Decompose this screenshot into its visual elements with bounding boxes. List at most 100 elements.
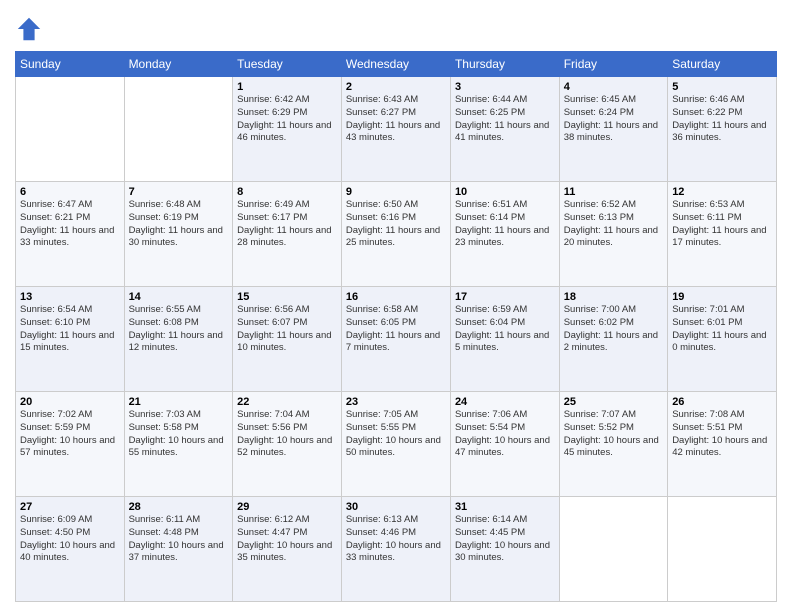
day-info: Sunrise: 6:45 AM Sunset: 6:24 PM Dayligh… — [564, 94, 663, 145]
day-info: Sunrise: 6:13 AM Sunset: 4:46 PM Dayligh… — [346, 514, 446, 565]
day-number: 20 — [20, 396, 120, 408]
calendar-cell: 17Sunrise: 6:59 AM Sunset: 6:04 PM Dayli… — [450, 287, 559, 392]
calendar-cell: 5Sunrise: 6:46 AM Sunset: 6:22 PM Daylig… — [668, 77, 777, 182]
calendar-cell — [16, 77, 125, 182]
calendar-cell: 22Sunrise: 7:04 AM Sunset: 5:56 PM Dayli… — [233, 392, 342, 497]
calendar-header-saturday: Saturday — [668, 52, 777, 77]
day-info: Sunrise: 6:54 AM Sunset: 6:10 PM Dayligh… — [20, 304, 120, 355]
calendar-cell: 3Sunrise: 6:44 AM Sunset: 6:25 PM Daylig… — [450, 77, 559, 182]
day-info: Sunrise: 6:59 AM Sunset: 6:04 PM Dayligh… — [455, 304, 555, 355]
day-number: 22 — [237, 396, 337, 408]
calendar-week-row: 6Sunrise: 6:47 AM Sunset: 6:21 PM Daylig… — [16, 182, 777, 287]
calendar-header-monday: Monday — [124, 52, 233, 77]
day-number: 29 — [237, 501, 337, 513]
calendar-week-row: 20Sunrise: 7:02 AM Sunset: 5:59 PM Dayli… — [16, 392, 777, 497]
calendar-cell: 9Sunrise: 6:50 AM Sunset: 6:16 PM Daylig… — [341, 182, 450, 287]
day-number: 18 — [564, 291, 663, 303]
day-number: 25 — [564, 396, 663, 408]
day-info: Sunrise: 6:49 AM Sunset: 6:17 PM Dayligh… — [237, 199, 337, 250]
day-number: 17 — [455, 291, 555, 303]
calendar-week-row: 27Sunrise: 6:09 AM Sunset: 4:50 PM Dayli… — [16, 497, 777, 602]
day-info: Sunrise: 7:07 AM Sunset: 5:52 PM Dayligh… — [564, 409, 663, 460]
calendar-week-row: 1Sunrise: 6:42 AM Sunset: 6:29 PM Daylig… — [16, 77, 777, 182]
calendar-cell: 30Sunrise: 6:13 AM Sunset: 4:46 PM Dayli… — [341, 497, 450, 602]
calendar-cell: 18Sunrise: 7:00 AM Sunset: 6:02 PM Dayli… — [559, 287, 667, 392]
day-info: Sunrise: 6:44 AM Sunset: 6:25 PM Dayligh… — [455, 94, 555, 145]
calendar-week-row: 13Sunrise: 6:54 AM Sunset: 6:10 PM Dayli… — [16, 287, 777, 392]
day-info: Sunrise: 6:09 AM Sunset: 4:50 PM Dayligh… — [20, 514, 120, 565]
day-info: Sunrise: 7:01 AM Sunset: 6:01 PM Dayligh… — [672, 304, 772, 355]
day-info: Sunrise: 6:12 AM Sunset: 4:47 PM Dayligh… — [237, 514, 337, 565]
calendar-cell: 31Sunrise: 6:14 AM Sunset: 4:45 PM Dayli… — [450, 497, 559, 602]
calendar-header-sunday: Sunday — [16, 52, 125, 77]
day-number: 6 — [20, 186, 120, 198]
day-info: Sunrise: 7:03 AM Sunset: 5:58 PM Dayligh… — [129, 409, 229, 460]
day-info: Sunrise: 6:50 AM Sunset: 6:16 PM Dayligh… — [346, 199, 446, 250]
day-number: 23 — [346, 396, 446, 408]
calendar-cell: 24Sunrise: 7:06 AM Sunset: 5:54 PM Dayli… — [450, 392, 559, 497]
day-info: Sunrise: 6:47 AM Sunset: 6:21 PM Dayligh… — [20, 199, 120, 250]
day-number: 27 — [20, 501, 120, 513]
calendar-table: SundayMondayTuesdayWednesdayThursdayFrid… — [15, 51, 777, 602]
day-number: 12 — [672, 186, 772, 198]
calendar-cell: 16Sunrise: 6:58 AM Sunset: 6:05 PM Dayli… — [341, 287, 450, 392]
calendar-cell: 27Sunrise: 6:09 AM Sunset: 4:50 PM Dayli… — [16, 497, 125, 602]
day-number: 31 — [455, 501, 555, 513]
day-number: 8 — [237, 186, 337, 198]
day-info: Sunrise: 6:11 AM Sunset: 4:48 PM Dayligh… — [129, 514, 229, 565]
day-number: 9 — [346, 186, 446, 198]
logo — [15, 15, 47, 43]
day-number: 15 — [237, 291, 337, 303]
day-number: 21 — [129, 396, 229, 408]
calendar-cell: 12Sunrise: 6:53 AM Sunset: 6:11 PM Dayli… — [668, 182, 777, 287]
day-number: 24 — [455, 396, 555, 408]
calendar-cell: 2Sunrise: 6:43 AM Sunset: 6:27 PM Daylig… — [341, 77, 450, 182]
calendar-cell: 1Sunrise: 6:42 AM Sunset: 6:29 PM Daylig… — [233, 77, 342, 182]
day-number: 11 — [564, 186, 663, 198]
logo-icon — [15, 15, 43, 43]
calendar-cell: 6Sunrise: 6:47 AM Sunset: 6:21 PM Daylig… — [16, 182, 125, 287]
day-number: 19 — [672, 291, 772, 303]
day-number: 30 — [346, 501, 446, 513]
day-number: 4 — [564, 81, 663, 93]
calendar-cell: 11Sunrise: 6:52 AM Sunset: 6:13 PM Dayli… — [559, 182, 667, 287]
day-number: 7 — [129, 186, 229, 198]
day-info: Sunrise: 6:42 AM Sunset: 6:29 PM Dayligh… — [237, 94, 337, 145]
calendar-cell: 4Sunrise: 6:45 AM Sunset: 6:24 PM Daylig… — [559, 77, 667, 182]
day-info: Sunrise: 7:06 AM Sunset: 5:54 PM Dayligh… — [455, 409, 555, 460]
day-info: Sunrise: 6:46 AM Sunset: 6:22 PM Dayligh… — [672, 94, 772, 145]
day-info: Sunrise: 7:05 AM Sunset: 5:55 PM Dayligh… — [346, 409, 446, 460]
day-number: 10 — [455, 186, 555, 198]
calendar-header-wednesday: Wednesday — [341, 52, 450, 77]
day-info: Sunrise: 7:08 AM Sunset: 5:51 PM Dayligh… — [672, 409, 772, 460]
day-info: Sunrise: 6:51 AM Sunset: 6:14 PM Dayligh… — [455, 199, 555, 250]
calendar-cell: 21Sunrise: 7:03 AM Sunset: 5:58 PM Dayli… — [124, 392, 233, 497]
calendar-cell: 19Sunrise: 7:01 AM Sunset: 6:01 PM Dayli… — [668, 287, 777, 392]
day-number: 5 — [672, 81, 772, 93]
calendar-cell: 28Sunrise: 6:11 AM Sunset: 4:48 PM Dayli… — [124, 497, 233, 602]
calendar-header-friday: Friday — [559, 52, 667, 77]
calendar-cell — [124, 77, 233, 182]
day-info: Sunrise: 6:48 AM Sunset: 6:19 PM Dayligh… — [129, 199, 229, 250]
calendar-header-thursday: Thursday — [450, 52, 559, 77]
day-number: 26 — [672, 396, 772, 408]
calendar-cell: 20Sunrise: 7:02 AM Sunset: 5:59 PM Dayli… — [16, 392, 125, 497]
calendar-cell: 8Sunrise: 6:49 AM Sunset: 6:17 PM Daylig… — [233, 182, 342, 287]
day-info: Sunrise: 6:14 AM Sunset: 4:45 PM Dayligh… — [455, 514, 555, 565]
day-info: Sunrise: 6:43 AM Sunset: 6:27 PM Dayligh… — [346, 94, 446, 145]
day-number: 13 — [20, 291, 120, 303]
page: SundayMondayTuesdayWednesdayThursdayFrid… — [0, 0, 792, 612]
calendar-cell: 29Sunrise: 6:12 AM Sunset: 4:47 PM Dayli… — [233, 497, 342, 602]
calendar-cell: 25Sunrise: 7:07 AM Sunset: 5:52 PM Dayli… — [559, 392, 667, 497]
calendar-cell — [559, 497, 667, 602]
day-info: Sunrise: 6:52 AM Sunset: 6:13 PM Dayligh… — [564, 199, 663, 250]
calendar-cell: 14Sunrise: 6:55 AM Sunset: 6:08 PM Dayli… — [124, 287, 233, 392]
day-number: 28 — [129, 501, 229, 513]
day-info: Sunrise: 7:00 AM Sunset: 6:02 PM Dayligh… — [564, 304, 663, 355]
header — [15, 15, 777, 43]
calendar-cell: 26Sunrise: 7:08 AM Sunset: 5:51 PM Dayli… — [668, 392, 777, 497]
day-number: 1 — [237, 81, 337, 93]
calendar-header-row: SundayMondayTuesdayWednesdayThursdayFrid… — [16, 52, 777, 77]
calendar-cell: 23Sunrise: 7:05 AM Sunset: 5:55 PM Dayli… — [341, 392, 450, 497]
day-number: 14 — [129, 291, 229, 303]
